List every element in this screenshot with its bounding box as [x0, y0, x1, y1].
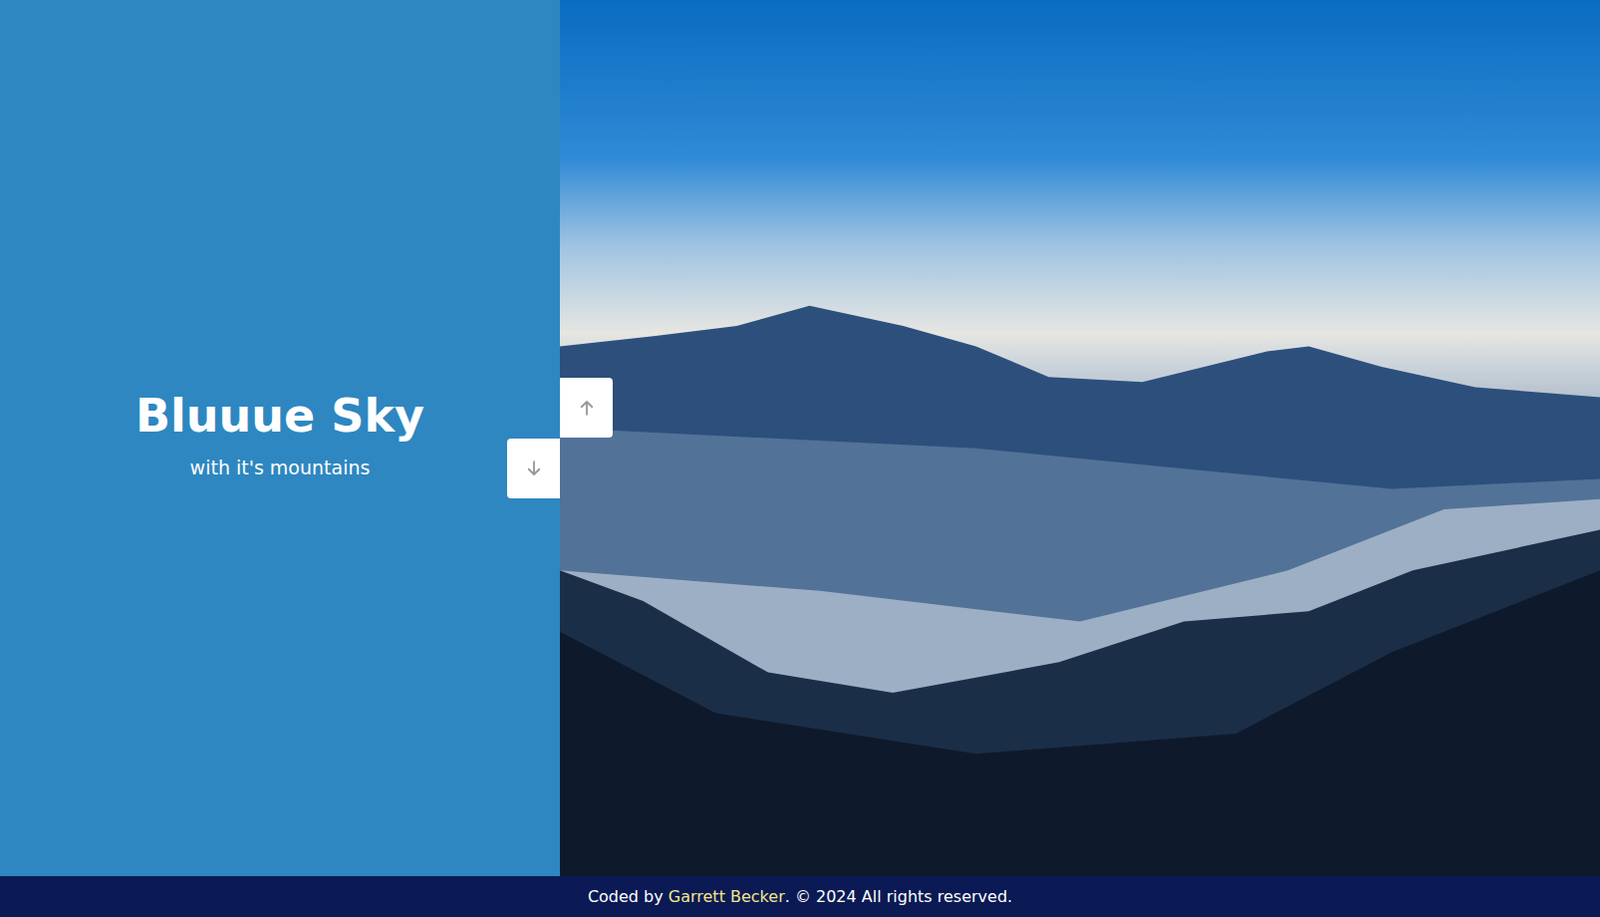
- footer-copyright: . © 2024 All rights reserved.: [785, 886, 1013, 906]
- text-panel: Bluuue Sky with it's mountains: [0, 0, 560, 876]
- arrow-up-icon: [577, 398, 596, 417]
- up-button[interactable]: [559, 377, 613, 438]
- mountains-icon: [559, 0, 1600, 876]
- footer: Coded by Garrett Becker. © 2024 All righ…: [0, 875, 1600, 917]
- down-button[interactable]: [507, 438, 560, 499]
- subtitle: with it's mountains: [190, 456, 371, 479]
- arrow-down-icon: [525, 459, 543, 478]
- photo: [559, 0, 1600, 876]
- page: Bluuue Sky with it's mountains Coded by Ga…: [0, 0, 1600, 917]
- author-link[interactable]: Garrett Becker: [668, 886, 786, 906]
- title: Bluuue Sky: [135, 388, 425, 443]
- footer-text: Coded by: [587, 886, 669, 906]
- slider: Bluuue Sky with it's mountains: [0, 0, 1600, 876]
